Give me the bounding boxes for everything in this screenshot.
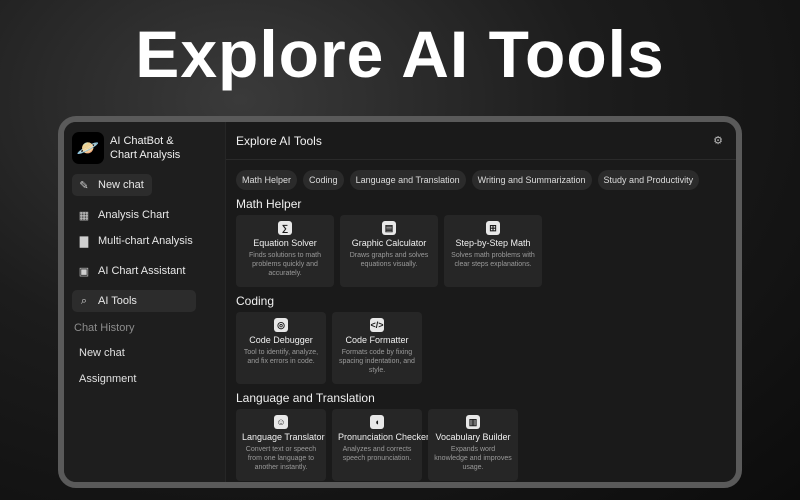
- card-title: Equation Solver: [253, 238, 317, 248]
- card-desc: Solves math problems with clear steps ex…: [451, 252, 535, 268]
- chip-math-helper[interactable]: Math Helper: [236, 170, 298, 190]
- card-title: Pronunciation Checker: [338, 432, 430, 442]
- planet-icon: 🪐: [72, 132, 104, 164]
- sidebar-item-label: Analysis Chart: [98, 209, 169, 221]
- tool-card-code-debugger[interactable]: ◎ Code Debugger Tool to identify, analyz…: [236, 312, 326, 384]
- cards-language: ☺ Language Translator Convert text or sp…: [236, 409, 726, 481]
- tool-card-equation-solver[interactable]: ∑ Equation Solver Finds solutions to mat…: [236, 215, 334, 287]
- tool-card-pronunciation-checker[interactable]: ◖ Pronunciation Checker Analyzes and cor…: [332, 409, 430, 481]
- sidebar-item-ai-tools[interactable]: ⌕ AI Tools: [72, 290, 196, 312]
- chat-history-title: Chat History: [74, 322, 135, 334]
- cards-coding: ◎ Code Debugger Tool to identify, analyz…: [236, 312, 726, 384]
- history-item[interactable]: Assignment: [72, 366, 217, 392]
- code-icon: </>: [370, 318, 384, 332]
- assistant-icon: ▣: [78, 265, 90, 278]
- card-desc: Finds solutions to math problems quickly…: [249, 252, 321, 277]
- card-desc: Convert text or speech from one language…: [245, 446, 317, 471]
- tool-card-graphic-calculator[interactable]: ▤ Graphic Calculator Draws graphs and so…: [340, 215, 438, 287]
- tool-card-vocabulary-builder[interactable]: ▥ Vocabulary Builder Expands word knowle…: [428, 409, 518, 481]
- calculator-icon: ▤: [382, 221, 396, 235]
- brand-line-2: Chart Analysis: [110, 149, 181, 161]
- app-window: 🪐 AI ChatBot & Chart Analysis ✎ New chat…: [58, 116, 742, 488]
- translate-icon: ☺: [274, 415, 288, 429]
- new-chat-button[interactable]: ✎ New chat: [72, 174, 152, 196]
- sidebar-item-multi-chart[interactable]: ▇ Multi-chart Analysis: [72, 230, 217, 252]
- card-title: Graphic Calculator: [351, 238, 427, 248]
- bar-chart-icon: ▇: [79, 235, 89, 248]
- bug-icon: ◎: [274, 318, 288, 332]
- sidebar-item-label: Multi-chart Analysis: [98, 235, 193, 247]
- equation-icon: ∑: [278, 221, 292, 235]
- grid-icon: ⊞: [486, 221, 500, 235]
- card-title: Language Translator: [242, 432, 325, 442]
- sidebar-item-label: AI Chart Assistant: [98, 265, 186, 277]
- card-title: Vocabulary Builder: [435, 432, 511, 442]
- card-desc: Tool to identify, analyze, and fix error…: [243, 349, 319, 365]
- tool-card-language-translator[interactable]: ☺ Language Translator Convert text or sp…: [236, 409, 326, 481]
- section-title-language: Language and Translation: [236, 391, 375, 405]
- sidebar-item-ai-chart-assistant[interactable]: ▣ AI Chart Assistant: [72, 260, 217, 282]
- tool-card-step-by-step-math[interactable]: ⊞ Step-by-Step Math Solves math problems…: [444, 215, 542, 287]
- chip-coding[interactable]: Coding: [303, 170, 344, 190]
- card-desc: Draws graphs and solves equations visual…: [349, 252, 429, 268]
- chip-writing-summarization[interactable]: Writing and Summarization: [471, 170, 592, 190]
- new-chat-label: New chat: [98, 179, 144, 191]
- tool-card-code-formatter[interactable]: </> Code Formatter Formats code by fixin…: [332, 312, 422, 384]
- card-desc: Analyzes and corrects speech pronunciati…: [342, 446, 412, 462]
- sidebar-item-label: AI Tools: [98, 295, 137, 307]
- speech-icon: ◖: [370, 415, 384, 429]
- brand-line-1: AI ChatBot &: [110, 135, 174, 147]
- brand-name: AI ChatBot & Chart Analysis: [110, 134, 180, 162]
- card-desc: Formats code by fixing spacing indentati…: [339, 349, 415, 374]
- brand: 🪐 AI ChatBot & Chart Analysis: [72, 132, 217, 164]
- sidebar: 🪐 AI ChatBot & Chart Analysis ✎ New chat…: [64, 122, 226, 482]
- page-title: Explore AI Tools: [236, 133, 322, 148]
- edit-icon: ✎: [79, 179, 89, 192]
- search-icon: ⌕: [80, 294, 88, 307]
- sidebar-item-analysis-chart[interactable]: ▦ Analysis Chart: [72, 204, 217, 226]
- gear-icon[interactable]: ⚙: [710, 133, 726, 149]
- chip-language-translation[interactable]: Language and Translation: [349, 170, 466, 190]
- card-title: Code Debugger: [249, 335, 313, 345]
- chart-icon: ▦: [78, 209, 90, 222]
- history-item[interactable]: New chat: [72, 340, 217, 366]
- cards-math: ∑ Equation Solver Finds solutions to mat…: [236, 215, 726, 287]
- card-title: Step-by-Step Math: [455, 238, 531, 248]
- hero-title: Explore AI Tools: [135, 17, 665, 91]
- card-title: Code Formatter: [345, 335, 409, 345]
- chip-study-productivity[interactable]: Study and Productivity: [597, 170, 700, 190]
- card-desc: Expands word knowledge and improves usag…: [434, 446, 512, 471]
- book-icon: ▥: [466, 415, 480, 429]
- main-content: Explore AI Tools ⚙ Math Helper Coding La…: [226, 122, 736, 482]
- topbar: Explore AI Tools ⚙: [226, 122, 736, 160]
- section-title-math: Math Helper: [236, 197, 302, 211]
- section-title-coding: Coding: [236, 294, 275, 308]
- category-chips: Math Helper Coding Language and Translat…: [236, 170, 726, 190]
